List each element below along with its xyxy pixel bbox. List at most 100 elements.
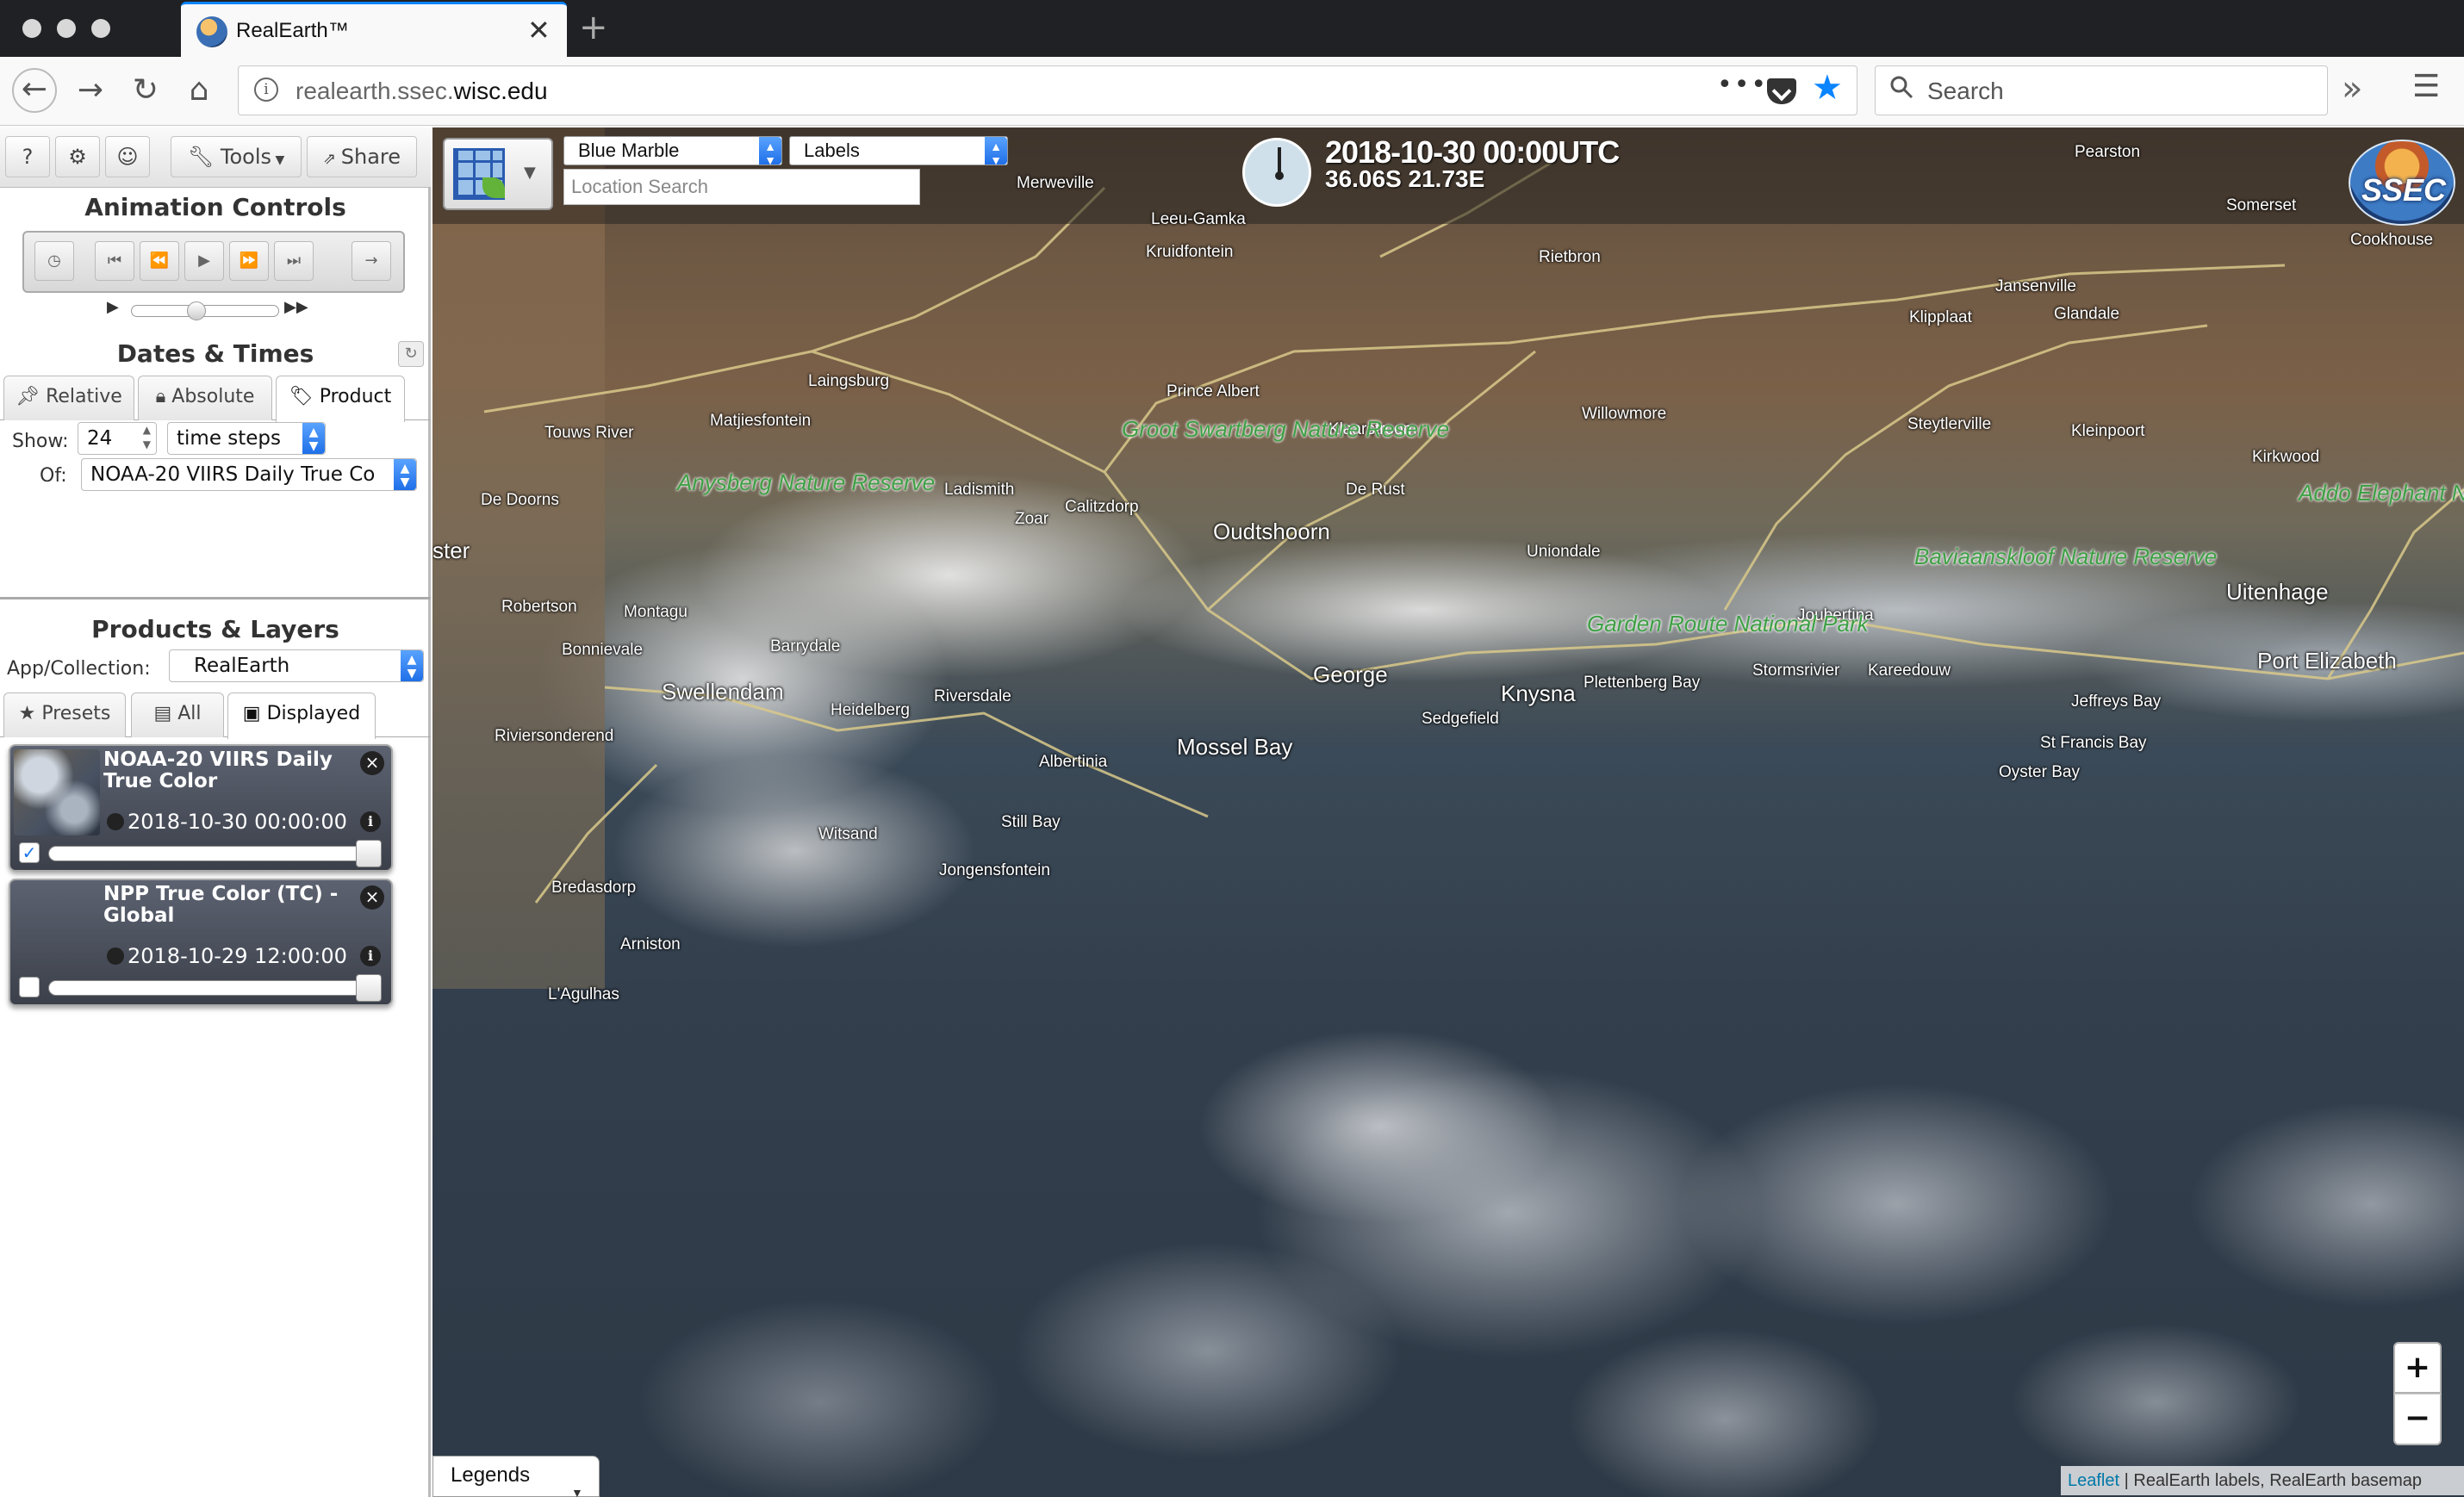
layer-visible-checkbox[interactable]: ✓ (19, 977, 40, 997)
layer-card[interactable]: NOAA-20 VIIRS Daily True Color × 2018-10… (9, 744, 393, 872)
tab-all[interactable]: ▤ All (131, 693, 224, 737)
share-button[interactable]: ⇗ Share (307, 136, 417, 177)
bookmark-star-icon[interactable]: ★ (1812, 68, 1843, 108)
map-layers-button[interactable]: ▼ (443, 138, 553, 210)
opacity-slider[interactable] (48, 974, 382, 1002)
place-label: Matjiesfontein (710, 412, 812, 430)
legends-label: Legends (451, 1463, 531, 1487)
opacity-knob[interactable] (356, 840, 382, 867)
speed-track[interactable] (131, 301, 279, 320)
step-forward-icon[interactable]: ⏩ (229, 241, 269, 281)
place-label: De Rust (1346, 481, 1405, 499)
tab-absolute[interactable]: 🔒︎ Absolute (138, 376, 272, 420)
window-minimize-dot[interactable] (57, 19, 76, 38)
unit-select[interactable]: time steps ▲ ▼ (167, 422, 326, 455)
tab-relative[interactable]: 📌︎ Relative (3, 376, 134, 420)
home-icon[interactable]: ⌂ (177, 69, 221, 112)
labels-select[interactable]: Labels ▲ ▼ (789, 136, 1008, 167)
help-button[interactable]: ? (5, 136, 50, 177)
refresh-icon[interactable]: ↻ (398, 341, 424, 367)
place-label: Uitenhage (2226, 579, 2329, 605)
place-label: Steytlerville (1907, 415, 1992, 433)
tab-product[interactable]: 🏷︎ Product (276, 376, 405, 422)
leaflet-link[interactable]: Leaflet (2068, 1471, 2119, 1490)
url-host-prefix: realearth.ssec. (296, 78, 454, 104)
stepper-arrows-icon[interactable]: ▲ ▼ (143, 423, 151, 452)
browser-titlebar: RealEarth™ ✕ + (0, 0, 2464, 59)
ssec-logo[interactable]: SSEC (2349, 140, 2455, 226)
tab-absolute-label: Absolute (171, 386, 255, 407)
browser-tab-realearth[interactable]: RealEarth™ ✕ (181, 2, 567, 59)
place-label: Jansenville (1995, 277, 2076, 295)
collection-select[interactable]: RealEarth ▲ ▼ (169, 649, 424, 682)
place-label: Ladismith (944, 481, 1015, 499)
tab-close-icon[interactable]: ✕ (527, 13, 551, 47)
tools-label: Tools (220, 145, 271, 169)
place-label: Rietbron (1539, 248, 1601, 266)
place-label: Zoar (1015, 510, 1049, 528)
info-icon[interactable]: i (360, 811, 381, 832)
tab-all-label: All (177, 703, 202, 724)
tools-button[interactable]: 🔧︎ Tools ▼ (171, 136, 302, 177)
basemap-select[interactable]: Blue Marble ▲ ▼ (563, 136, 782, 167)
user-icon[interactable]: ☺ (105, 136, 150, 177)
unit-select-value: time steps (177, 427, 282, 450)
legends-button[interactable]: Legends ▼ (432, 1456, 600, 1497)
place-label: St Francis Bay (2040, 734, 2147, 752)
cursor-coordinates: 36.06S 21.73E (1325, 165, 1485, 192)
zoom-out-button[interactable]: − (2393, 1394, 2442, 1445)
play-icon[interactable]: ▶ (184, 241, 224, 281)
place-label: Bredasdorp (551, 879, 637, 897)
settings-gear-icon[interactable]: ⚙ (55, 136, 100, 177)
layer-visible-checkbox[interactable]: ✓ (19, 842, 40, 863)
select-arrows-icon: ▲ ▼ (401, 650, 423, 681)
place-label: Robertson (501, 598, 577, 616)
first-frame-icon[interactable]: ⏮ (95, 241, 134, 281)
place-label: Calitzdorp (1065, 498, 1139, 516)
site-info-icon[interactable]: i (254, 78, 278, 102)
speed-knob[interactable] (187, 301, 206, 320)
zoom-in-button[interactable]: + (2393, 1342, 2442, 1394)
place-label: Swellendam (662, 679, 784, 705)
info-icon[interactable]: i (360, 946, 381, 966)
step-back-icon[interactable]: ⏪ (140, 241, 179, 281)
clock-icon (107, 813, 124, 830)
clock-icon[interactable]: ◷ (34, 241, 74, 281)
product-select-value: NOAA-20 VIIRS Daily True Co (90, 463, 376, 486)
window-zoom-dot[interactable] (91, 19, 110, 38)
overflow-chevron-icon[interactable]: » (2342, 69, 2362, 109)
back-arrow-icon[interactable]: ← (12, 68, 57, 113)
lock-icon: 🔒︎ (155, 386, 166, 407)
forward-arrow-icon[interactable]: → (69, 69, 112, 112)
location-search-input[interactable]: Location Search (563, 169, 920, 205)
show-count-stepper[interactable]: 24 ▲ ▼ (78, 422, 157, 455)
place-label: Cookhouse (2350, 231, 2434, 249)
window-close-dot[interactable] (22, 19, 41, 38)
place-label: Klipplaat (1909, 308, 1972, 326)
last-frame-icon[interactable]: ⏭ (274, 241, 314, 281)
page-actions-icon[interactable]: ••• (1717, 70, 1768, 100)
satellite-map[interactable]: ▼ Blue Marble ▲ ▼ Labels ▲ ▼ Location Search… (432, 127, 2464, 1497)
tab-presets[interactable]: ★ Presets (3, 693, 126, 737)
new-tab-button[interactable]: + (579, 9, 608, 47)
url-text[interactable]: realearth.ssec.wisc.edu (296, 78, 548, 105)
place-label: Prince Albert (1167, 382, 1260, 401)
opacity-slider[interactable] (48, 840, 382, 867)
close-icon[interactable]: × (360, 885, 384, 910)
hamburger-menu-icon[interactable]: ☰ (2412, 69, 2440, 104)
close-icon[interactable]: × (360, 751, 384, 775)
browser-search-bar[interactable]: Search (1875, 65, 2328, 115)
product-select[interactable]: NOAA-20 VIIRS Daily True Co ▲ ▼ (81, 458, 417, 491)
clock-center (1275, 171, 1284, 180)
opacity-knob[interactable] (356, 974, 382, 1002)
url-bar[interactable]: i realearth.ssec.wisc.edu ••• ★ (238, 65, 1857, 115)
tab-displayed[interactable]: ▣ Displayed (227, 693, 376, 739)
reload-icon[interactable]: ↻ (124, 69, 167, 112)
share-icon: ⇗ (322, 150, 341, 168)
pocket-icon[interactable] (1767, 78, 1796, 104)
tab-relative-label: Relative (46, 386, 122, 407)
next-arrow-icon[interactable]: → (352, 241, 391, 281)
animation-speed-slider[interactable]: ▶ ▶▶ (107, 298, 314, 324)
layer-card[interactable]: NPP True Color (TC) - Global × 2018-10-2… (9, 879, 393, 1006)
place-label: Touws River (544, 424, 634, 442)
